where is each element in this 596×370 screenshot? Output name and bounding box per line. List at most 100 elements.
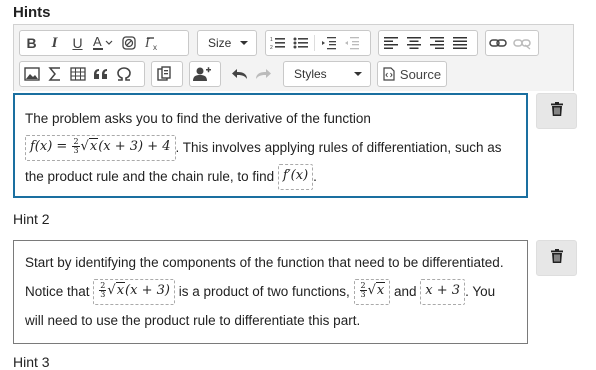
math-lhs: f(x) = xyxy=(30,139,72,155)
hint2-math-factor2[interactable]: x + 3 xyxy=(420,279,466,306)
trash-icon xyxy=(550,248,563,268)
styles-dropdown[interactable]: Styles xyxy=(283,61,371,87)
bold-button[interactable]: B xyxy=(20,31,43,55)
chevron-down-icon xyxy=(240,41,248,45)
image-icon xyxy=(23,67,40,81)
undo-button[interactable] xyxy=(228,62,251,86)
italic-button[interactable]: I xyxy=(43,31,66,55)
omega-icon xyxy=(116,66,132,82)
blockquote-icon xyxy=(93,68,109,80)
align-left-icon xyxy=(383,37,398,49)
source-icon xyxy=(383,67,395,81)
justify-button[interactable] xyxy=(448,31,471,55)
blockquote-button[interactable] xyxy=(89,62,112,86)
align-right-icon xyxy=(429,37,444,49)
redo-button[interactable] xyxy=(251,62,274,86)
link-icon xyxy=(489,37,507,49)
unlink-button[interactable] xyxy=(510,31,534,55)
justify-icon xyxy=(452,37,467,49)
increase-indent-button[interactable] xyxy=(340,31,363,55)
radicand: x xyxy=(88,138,99,155)
hint1-text-before: The problem asks you to find the derivat… xyxy=(25,111,371,126)
align-left-button[interactable] xyxy=(379,31,402,55)
underline-button[interactable]: U xyxy=(66,31,89,55)
svg-text:1: 1 xyxy=(270,37,273,43)
decrease-indent-icon xyxy=(321,36,337,50)
hint3-label: Hint 3 xyxy=(13,354,50,370)
increase-indent-icon xyxy=(344,36,360,50)
undo-icon xyxy=(231,68,248,80)
clear-formatting-icon: Ix xyxy=(144,35,160,51)
link-group xyxy=(485,30,539,56)
align-center-button[interactable] xyxy=(402,31,425,55)
align-group xyxy=(378,30,478,56)
list-indent-group: 12 xyxy=(265,30,371,56)
remove-format-icon xyxy=(121,35,137,51)
fraction-denominator: 3 xyxy=(100,290,106,300)
svg-text:x: x xyxy=(153,43,157,51)
hint2-math-factor1[interactable]: 2 3 √x xyxy=(353,279,391,306)
size-dropdown[interactable]: Size xyxy=(197,30,257,56)
bulleted-list-button[interactable] xyxy=(289,31,312,55)
sigma-button[interactable] xyxy=(43,62,66,86)
copy-format-group xyxy=(151,61,183,87)
text-color-button[interactable]: A xyxy=(89,31,117,55)
hint2-label: Hint 2 xyxy=(13,211,50,227)
radicand: x xyxy=(115,282,126,299)
sqrt-sign: √ xyxy=(107,283,116,299)
copy-format-button[interactable] xyxy=(152,62,175,86)
hint2-paragraph: Start by identifying the components of t… xyxy=(25,248,517,335)
hint1-paragraph: The problem asks you to find the derivat… xyxy=(25,104,516,191)
math-rest: (x + 3) + 4 xyxy=(98,139,171,155)
clear-formatting-button[interactable]: Ix xyxy=(140,31,163,55)
decrease-indent-button[interactable] xyxy=(317,31,340,55)
add-user-icon xyxy=(193,66,211,82)
math-fraction: 23 xyxy=(72,138,80,155)
math-rest: (x + 3) xyxy=(125,283,170,299)
numbered-list-button[interactable]: 12 xyxy=(266,31,289,55)
hint1-math-derivative[interactable]: f′(x) xyxy=(277,164,314,191)
link-button[interactable] xyxy=(486,31,510,55)
editor-toolbar: B I U A Ix Size 12 Styles Source xyxy=(13,24,574,91)
image-button[interactable] xyxy=(20,62,43,86)
delete-hint1-button[interactable] xyxy=(536,93,577,129)
hint2-editor[interactable]: Start by identifying the components of t… xyxy=(13,240,528,344)
copy-format-icon xyxy=(156,66,172,82)
add-user-button[interactable] xyxy=(190,62,214,86)
hint2-text-and: and xyxy=(390,284,421,299)
bulleted-list-icon xyxy=(293,36,309,50)
history-group xyxy=(227,61,277,87)
text-color-icon: A xyxy=(92,35,114,51)
hint1-text-end: . xyxy=(313,169,317,184)
format-group: B I U A Ix xyxy=(19,30,189,56)
sqrt-sign: √ xyxy=(367,283,376,299)
svg-text:A: A xyxy=(93,35,102,49)
math-fraction: 23 xyxy=(359,282,367,300)
svg-text:2: 2 xyxy=(270,45,273,50)
insert-group xyxy=(19,61,145,87)
omega-button[interactable] xyxy=(112,62,135,86)
svg-text:I: I xyxy=(144,35,150,50)
hint2-math-product[interactable]: 2 3 √x(x + 3) xyxy=(93,279,175,306)
fraction-denominator: 3 xyxy=(360,290,366,300)
radicand: x xyxy=(375,282,386,299)
unlink-icon xyxy=(513,36,531,50)
chevron-down-icon xyxy=(354,72,362,76)
size-label: Size xyxy=(208,36,232,50)
add-user-group xyxy=(189,61,221,87)
math-fraction: 23 xyxy=(99,282,107,300)
align-right-button[interactable] xyxy=(425,31,448,55)
hint1-editor[interactable]: The problem asks you to find the derivat… xyxy=(13,93,528,198)
hint1-math-function[interactable]: f(x) = 2 3 √x(x + 3) + 4 xyxy=(25,135,176,162)
sigma-icon xyxy=(47,66,62,82)
source-label: Source xyxy=(399,66,442,82)
delete-hint2-button[interactable] xyxy=(536,240,577,276)
source-button[interactable]: Source xyxy=(377,61,447,87)
trash-icon xyxy=(550,101,563,121)
table-button[interactable] xyxy=(66,62,89,86)
redo-icon xyxy=(255,68,271,80)
hints-title: Hints xyxy=(13,4,51,21)
hint2-text-middle: is a product of two functions, xyxy=(174,284,354,299)
align-center-icon xyxy=(406,37,421,49)
remove-format-button[interactable] xyxy=(117,31,140,55)
